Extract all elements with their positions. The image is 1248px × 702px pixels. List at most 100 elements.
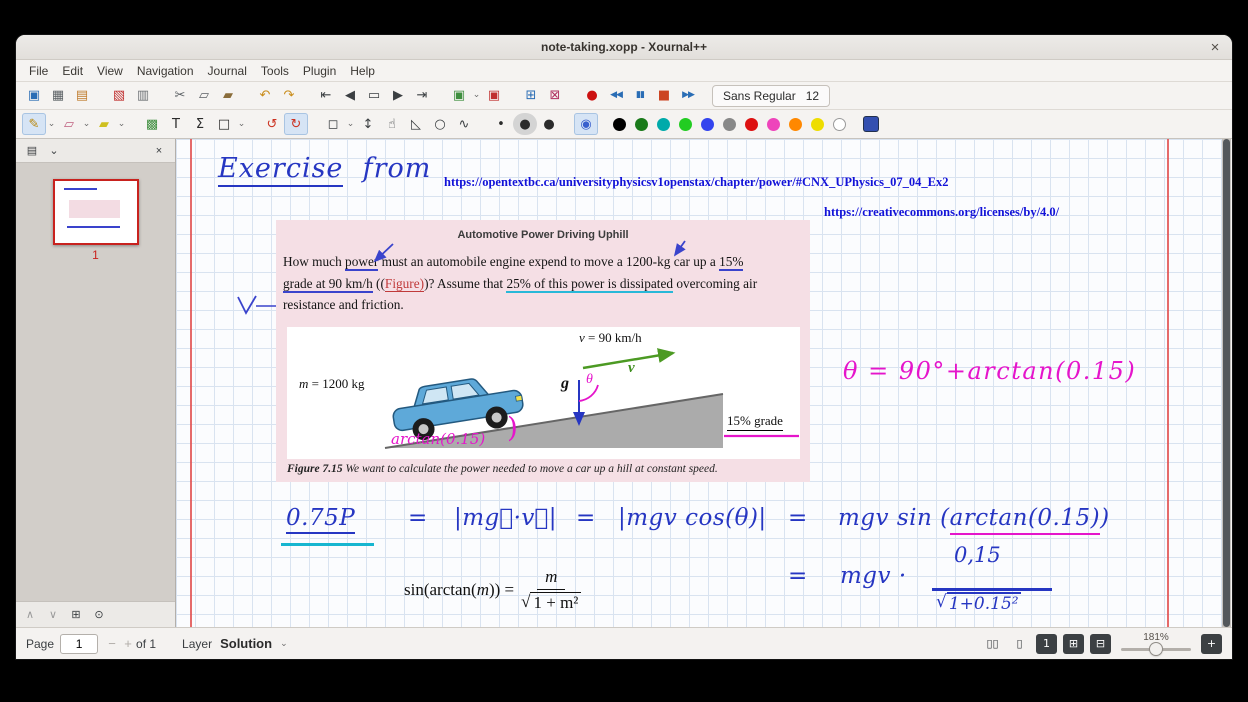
color-white-button[interactable] (828, 113, 850, 135)
rewind-button[interactable]: ◀◀ (604, 85, 628, 107)
add-page-button[interactable]: ▣ (447, 85, 471, 107)
sidebar-dropdown[interactable]: ⌄ (44, 142, 64, 160)
hand-tool-button[interactable]: ☝ (380, 113, 404, 135)
color-orange-button[interactable] (784, 113, 806, 135)
shape-dropdown[interactable]: ⌄ (236, 113, 247, 135)
sidebar-preview-button[interactable]: ▤ (22, 142, 42, 160)
menu-journal[interactable]: Journal (201, 62, 254, 80)
copy-button[interactable]: ▱ (192, 85, 216, 107)
sidebar-down-button[interactable]: ∨ (43, 606, 63, 624)
source-url[interactable]: https://opentextbc.ca/universityphysicsv… (444, 175, 949, 190)
image-tool-button[interactable]: ▩ (140, 113, 164, 135)
layer-selector[interactable]: Solution (220, 636, 272, 651)
page-indicator-button[interactable]: 1 (1036, 634, 1057, 654)
sidebar-up-button[interactable]: ∧ (20, 606, 40, 624)
figure-link[interactable]: Figure) (385, 276, 424, 292)
pen-tool-button[interactable]: ✎ (22, 113, 46, 135)
color-green-button[interactable] (674, 113, 696, 135)
shape-tool-button[interactable]: □ (212, 113, 236, 135)
last-page-button[interactable]: ⇥ (410, 85, 434, 107)
fill-style-button[interactable]: ◉ (574, 113, 598, 135)
export-pdf-button[interactable]: ▧ (107, 85, 131, 107)
eraser-dropdown[interactable]: ⌄ (81, 113, 92, 135)
delete-page-button[interactable]: ▣ (482, 85, 506, 107)
page-overview-button[interactable]: ▭ (362, 85, 386, 107)
menu-file[interactable]: File (22, 62, 55, 80)
fullscreen-button[interactable]: ⊞ (519, 85, 543, 107)
spline-tool-button[interactable]: ∿ (452, 113, 476, 135)
page-number-input[interactable] (60, 634, 98, 654)
chevron-down-icon: ⌄ (49, 145, 58, 157)
canvas[interactable]: Exercise from https://opentextbc.ca/univ… (176, 139, 1222, 627)
line-width-medium-button[interactable]: ● (513, 113, 537, 135)
first-page-button[interactable]: ⇤ (314, 85, 338, 107)
spline-icon: ∿ (459, 118, 470, 131)
rotate-right-button[interactable]: ↻ (284, 113, 308, 135)
pause-button[interactable]: ▮▮ (628, 85, 652, 107)
vertical-space-button[interactable]: ↕ (356, 113, 380, 135)
color-darkgreen-button[interactable] (630, 113, 652, 135)
forward-button[interactable]: ▶▶ (676, 85, 700, 107)
sidebar-target-button[interactable]: ⊙ (89, 606, 109, 624)
rotate-left-button[interactable]: ↺ (260, 113, 284, 135)
page-minus-button[interactable]: − (104, 636, 120, 651)
window-close-button[interactable]: × (1206, 38, 1224, 56)
line-width-thick-button[interactable]: ● (537, 113, 561, 135)
shape-recognizer-button[interactable]: ◺ (404, 113, 428, 135)
color-blue-button[interactable] (696, 113, 718, 135)
scrollbar-thumb[interactable] (1223, 139, 1230, 627)
menu-navigation[interactable]: Navigation (130, 62, 201, 80)
vertical-scrollbar[interactable] (1222, 139, 1231, 627)
undo-button[interactable]: ↶ (253, 85, 277, 107)
menu-view[interactable]: View (90, 62, 130, 80)
select-region-button[interactable]: ◻ (321, 113, 345, 135)
undo-arrow-icon: ↶ (260, 89, 271, 102)
color-yellow-button[interactable] (806, 113, 828, 135)
ellipse-tool-button[interactable]: ○ (428, 113, 452, 135)
zoom-original-button[interactable]: ⊟ (1090, 634, 1111, 654)
math-tex-button[interactable]: Σ (188, 113, 212, 135)
license-url[interactable]: https://creativecommons.org/licenses/by/… (824, 205, 1059, 220)
dual-page-view-button[interactable]: ▯▯ (982, 634, 1003, 654)
sidebar-close-button[interactable]: × (149, 142, 169, 160)
single-page-view-button[interactable]: ▯ (1009, 634, 1030, 654)
paste-button[interactable]: ▰ (216, 85, 240, 107)
color-teal-button[interactable] (652, 113, 674, 135)
highlighter-tool-button[interactable]: ▰ (92, 113, 116, 135)
font-selector[interactable]: Sans Regular 12 (712, 85, 830, 107)
cut-button[interactable]: ✂ (168, 85, 192, 107)
menu-edit[interactable]: Edit (55, 62, 90, 80)
record-button[interactable]: ● (580, 85, 604, 107)
select-dropdown[interactable]: ⌄ (345, 113, 356, 135)
export-button[interactable]: ▥ (131, 85, 155, 107)
color-magenta-button[interactable] (762, 113, 784, 135)
menu-plugin[interactable]: Plugin (296, 62, 343, 80)
sidebar-copy-button[interactable]: ⊞ (66, 606, 86, 624)
redo-button[interactable]: ↷ (277, 85, 301, 107)
next-page-button[interactable]: ▶ (386, 85, 410, 107)
page-thumbnail[interactable] (53, 179, 139, 245)
pair-pages-button[interactable]: ⊠ (543, 85, 567, 107)
stop-button[interactable]: ■ (652, 85, 676, 107)
line-width-fine-button[interactable]: • (489, 113, 513, 135)
print-button[interactable]: ▦ (46, 85, 70, 107)
menu-tools[interactable]: Tools (254, 62, 296, 80)
eraser-tool-button[interactable]: ▱ (57, 113, 81, 135)
add-page-dropdown[interactable]: ⌄ (471, 85, 482, 107)
zoom-slider-handle[interactable] (1150, 643, 1162, 655)
color-picker-button[interactable] (860, 113, 882, 135)
color-gray-button[interactable] (718, 113, 740, 135)
zoom-slider[interactable] (1121, 643, 1191, 655)
color-black-button[interactable] (608, 113, 630, 135)
previous-page-button[interactable]: ◀ (338, 85, 362, 107)
zoom-fit-button[interactable]: ⊞ (1063, 634, 1084, 654)
highlighter-dropdown[interactable]: ⌄ (116, 113, 127, 135)
color-red-button[interactable] (740, 113, 762, 135)
text-tool-button[interactable]: T (164, 113, 188, 135)
page-plus-button[interactable]: + (120, 636, 136, 651)
save-button[interactable]: ▣ (22, 85, 46, 107)
zoom-in-button[interactable]: + (1201, 634, 1222, 654)
open-button[interactable]: ▤ (70, 85, 94, 107)
pen-dropdown[interactable]: ⌄ (46, 113, 57, 135)
menu-help[interactable]: Help (343, 62, 382, 80)
